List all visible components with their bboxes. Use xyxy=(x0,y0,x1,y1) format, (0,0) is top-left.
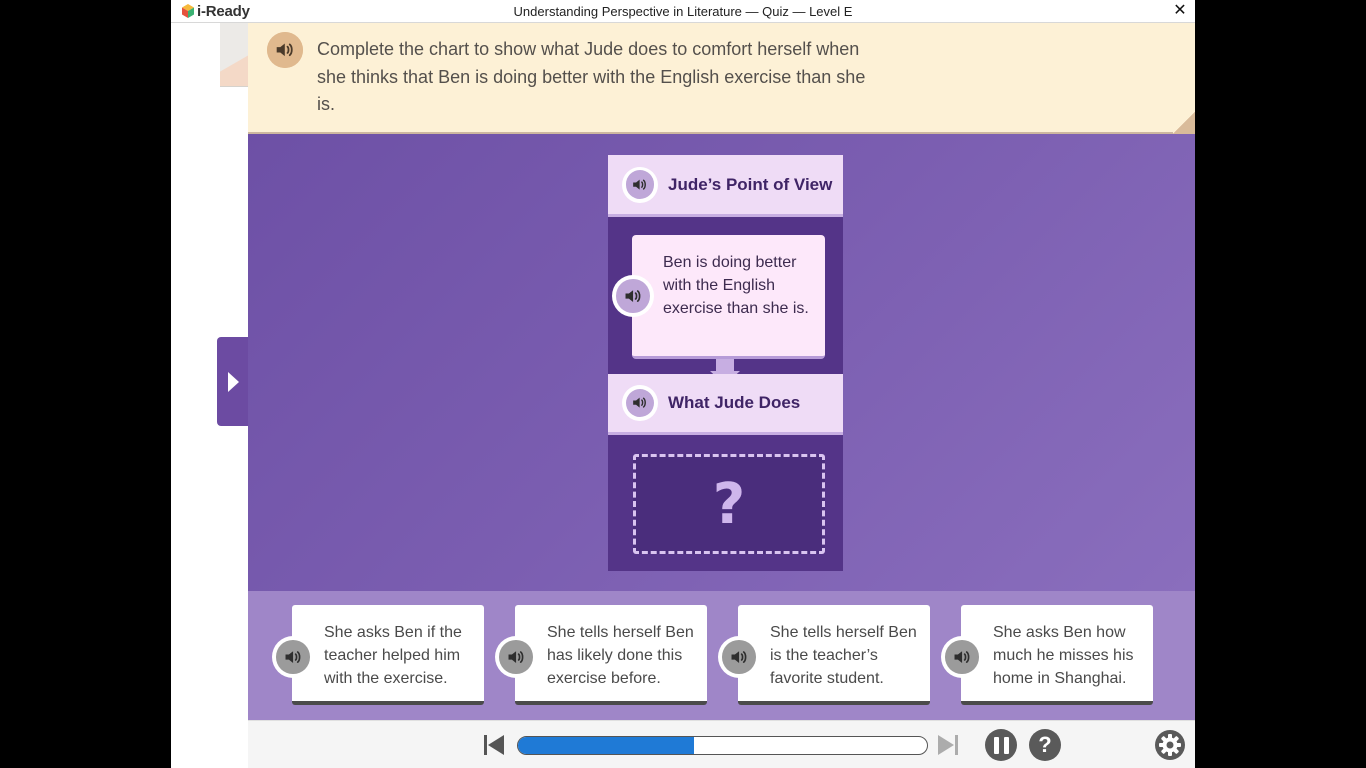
pov-card-text: Ben is doing better with the English exe… xyxy=(663,254,809,317)
answer-text: She asks Ben if the teacher helped him w… xyxy=(324,624,462,687)
question-prompt: Complete the chart to show what Jude doe… xyxy=(248,23,1195,134)
chevron-right-icon xyxy=(228,371,239,392)
speaker-icon xyxy=(945,640,979,674)
answer-2-audio-button[interactable] xyxy=(495,636,537,678)
title-bar: i-Ready Understanding Perspective in Lit… xyxy=(171,0,1195,23)
pov-header-label: Jude’s Point of View xyxy=(668,174,833,194)
gear-icon xyxy=(1155,730,1185,760)
prompt-text: Complete the chart to show what Jude doe… xyxy=(317,39,866,114)
speaker-icon xyxy=(267,32,303,68)
question-stage: Complete the chart to show what Jude doe… xyxy=(248,23,1195,591)
prompt-audio-button[interactable] xyxy=(267,32,303,68)
speaker-icon xyxy=(276,640,310,674)
answer-text: She tells herself Ben is the teacher’s f… xyxy=(770,624,917,687)
close-button[interactable]: ✕ xyxy=(1171,2,1189,20)
speaker-icon xyxy=(616,279,650,313)
answer-text: She asks Ben how much he misses his home… xyxy=(993,624,1134,687)
answer-1-audio-button[interactable] xyxy=(272,636,314,678)
answer-tray: She asks Ben if the teacher helped him w… xyxy=(248,591,1195,720)
pause-icon xyxy=(993,736,999,754)
answer-3-audio-button[interactable] xyxy=(718,636,760,678)
help-button[interactable]: ? xyxy=(1029,729,1061,761)
chart-header-point-of-view: Jude’s Point of View xyxy=(608,155,843,217)
answer-4-audio-button[interactable] xyxy=(941,636,983,678)
answer-card-2[interactable]: She tells herself Ben has likely done th… xyxy=(495,605,707,709)
skip-back-icon xyxy=(484,735,504,755)
background-image-peek xyxy=(220,23,248,87)
pause-icon xyxy=(1003,736,1009,754)
what-header-label: What Jude Does xyxy=(668,393,801,412)
what-header-audio-button[interactable] xyxy=(622,385,658,421)
progress-fill xyxy=(518,737,694,754)
next-button[interactable] xyxy=(937,733,959,757)
answer-card-4[interactable]: She asks Ben how much he misses his home… xyxy=(941,605,1153,709)
progress-bar xyxy=(517,736,928,755)
settings-button[interactable] xyxy=(1154,729,1186,761)
pause-button[interactable] xyxy=(985,729,1017,761)
answer-text: She tells herself Ben has likely done th… xyxy=(547,624,694,687)
window-title: Understanding Perspective in Literature … xyxy=(513,4,853,19)
speaker-icon xyxy=(625,170,655,199)
previous-button[interactable] xyxy=(483,733,505,757)
perspective-chart: Jude’s Point of View Ben is doing better… xyxy=(608,155,843,571)
answer-card-1[interactable]: She asks Ben if the teacher helped him w… xyxy=(272,605,484,709)
page-fold-corner xyxy=(1173,112,1195,134)
side-panel-toggle-button[interactable] xyxy=(217,337,248,426)
bottom-toolbar: ? xyxy=(248,720,1195,768)
chart-header-what-jude-does: What Jude Does xyxy=(608,374,843,435)
speaker-icon xyxy=(625,388,655,418)
pov-card-audio-button[interactable] xyxy=(612,275,654,317)
speaker-icon xyxy=(499,640,533,674)
answer-drop-zone[interactable]: ? xyxy=(633,454,825,554)
speaker-icon xyxy=(722,640,756,674)
app-window: i-Ready Understanding Perspective in Lit… xyxy=(171,0,1195,768)
answer-card-3[interactable]: She tells herself Ben is the teacher’s f… xyxy=(718,605,930,709)
skip-forward-icon xyxy=(938,735,958,755)
pov-header-audio-button[interactable] xyxy=(622,166,658,203)
question-mark-icon: ? xyxy=(712,471,746,537)
